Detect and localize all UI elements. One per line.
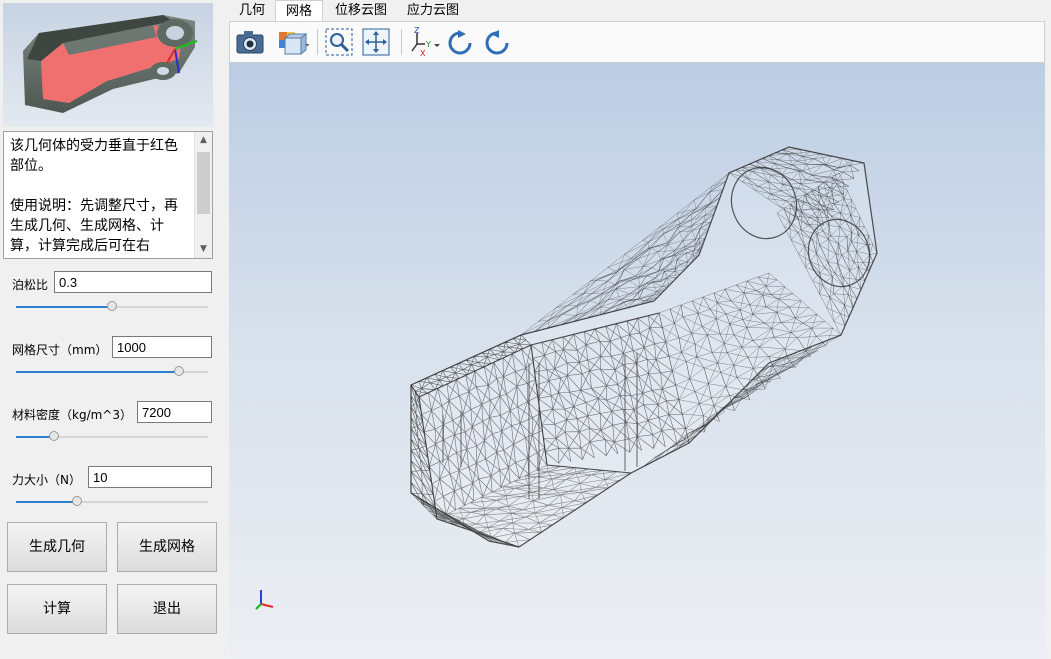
poisson-input[interactable] [54,271,212,293]
tab-mesh[interactable]: 网格 [275,0,324,21]
scroll-down-icon[interactable]: ▼ [195,241,212,258]
force-input[interactable] [88,466,212,488]
toolbar-separator [401,29,402,55]
density-label: 材料密度（kg/m^3） [12,408,132,422]
svg-text:X: X [420,49,426,58]
description-box[interactable]: 该几何体的受力垂直于红色部位。 使用说明：先调整尺寸，再生成几何、生成网格、计算… [3,131,213,259]
force-slider[interactable] [16,495,208,509]
mesh-size-slider[interactable] [16,365,208,379]
generate-geometry-button[interactable]: 生成几何 [7,522,107,572]
rotate-counterclockwise-icon[interactable] [481,26,513,58]
density-input[interactable] [137,401,212,423]
svg-text:Z: Z [414,26,420,35]
geometry-preview [3,3,213,127]
window-edge [1045,21,1051,659]
mesh-size-label: 网格尺寸（mm） [12,343,108,357]
generate-mesh-button[interactable]: 生成网格 [117,522,217,572]
scrollbar-thumb[interactable] [197,152,210,214]
slider-handle[interactable] [49,431,60,441]
slider-handle[interactable] [107,301,117,311]
description-text: 该几何体的受力垂直于红色部位。 使用说明：先调整尺寸，再生成几何、生成网格、计算… [10,138,178,254]
fit-all-icon[interactable] [360,26,392,58]
slider-fill [16,306,112,308]
slider-handle[interactable] [174,366,185,376]
compute-button[interactable]: 计算 [7,584,107,634]
zoom-window-icon[interactable] [323,26,355,58]
svg-text:Y: Y [425,40,431,49]
description-scrollbar[interactable]: ▲ ▼ [194,132,212,258]
slider-fill [16,501,78,503]
camera-icon[interactable] [234,26,266,58]
poisson-label: 泊松比 [12,278,49,292]
axis-triad-icon [255,590,274,610]
mesh-size-input[interactable] [112,336,212,358]
view-toolbar: Z Y X [229,21,1045,63]
view-cube-icon[interactable] [276,26,309,58]
mesh-model [410,146,878,548]
tab-bar: 几何 网格 位移云图 应力云图 [229,0,1051,21]
toolbar-separator [317,29,318,55]
left-panel: 该几何体的受力垂直于红色部位。 使用说明：先调整尺寸，再生成几何、生成网格、计算… [0,0,228,659]
slider-handle[interactable] [72,496,83,506]
mesh-viewport[interactable] [229,63,1045,659]
axis-orientation-icon[interactable]: Z Y X [406,26,442,58]
tab-geometry[interactable]: 几何 [229,0,275,21]
scroll-up-icon[interactable]: ▲ [195,132,212,149]
density-slider[interactable] [16,430,208,444]
poisson-slider[interactable] [16,300,208,314]
preview-part-image [23,15,198,113]
exit-button[interactable]: 退出 [117,584,217,634]
rotate-clockwise-icon[interactable] [444,26,476,58]
tab-stress[interactable]: 应力云图 [397,0,469,21]
force-label: 力大小（N） [12,473,81,487]
tab-displacement[interactable]: 位移云图 [325,0,397,21]
slider-fill [16,371,180,373]
